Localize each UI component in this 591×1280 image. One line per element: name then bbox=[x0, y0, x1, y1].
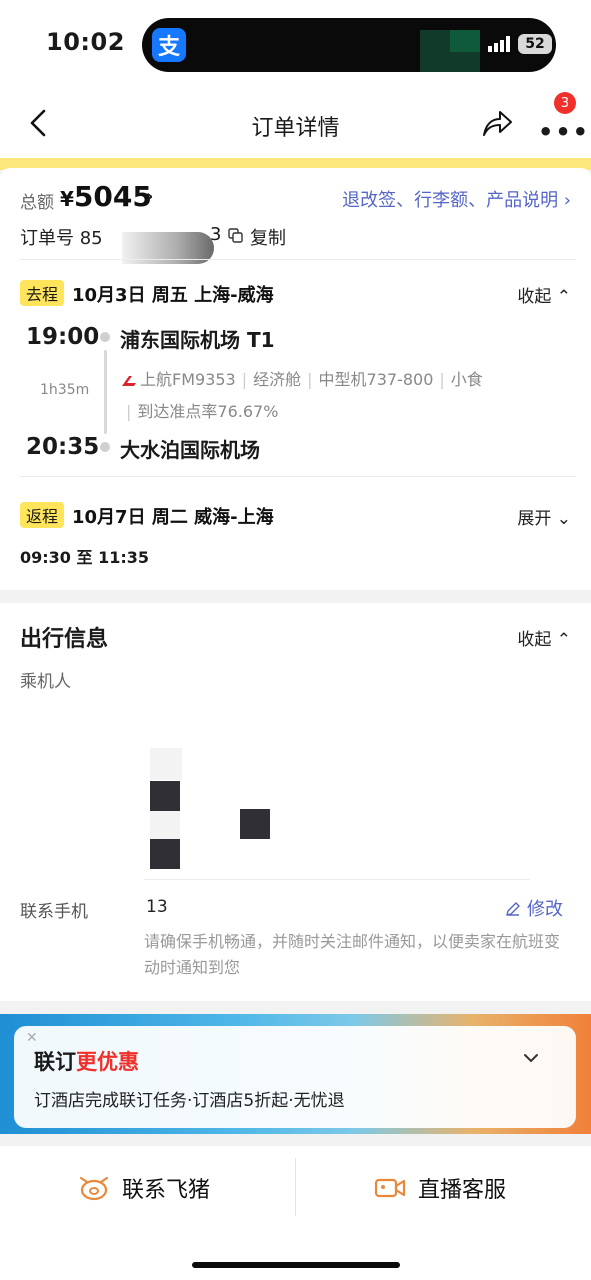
arrival-time: 20:35 bbox=[26, 434, 100, 460]
promo-title-highlight: 更优惠 bbox=[76, 1050, 139, 1074]
live-service-button[interactable]: 直播客服 bbox=[374, 1172, 506, 1204]
chevron-right-icon[interactable]: › bbox=[146, 186, 153, 207]
chevron-down-icon[interactable] bbox=[522, 1052, 540, 1064]
outbound-tag: 去程 bbox=[20, 280, 65, 306]
departure-time: 19:00 bbox=[26, 324, 100, 350]
edit-label: 修改 bbox=[527, 899, 563, 920]
video-camera-icon bbox=[374, 1178, 406, 1198]
travel-info-card: 出行信息 收起 ⌃ 乘机人 联系手机 13 修改 请确保手机畅通，并随时关注邮件… bbox=[0, 603, 591, 1001]
return-times: 09:30 至 11:35 bbox=[20, 548, 150, 567]
return-expand-toggle[interactable]: 展开 ⌄ bbox=[517, 504, 571, 529]
total-amount[interactable]: ¥5045 bbox=[60, 180, 152, 213]
return-toggle-label: 展开 bbox=[517, 509, 552, 529]
ontime-rate-row: | 到达准点率76.67% bbox=[126, 398, 278, 422]
ontime-rate: 到达准点率76.67% bbox=[137, 402, 279, 421]
arrival-airport: 大水泊国际机场 bbox=[120, 438, 260, 462]
share-icon[interactable] bbox=[480, 108, 514, 138]
contact-fliggy-label: 联系飞猪 bbox=[122, 1178, 211, 1203]
separator: | bbox=[241, 370, 248, 389]
chevron-up-icon: ⌃ bbox=[556, 287, 571, 307]
bottom-action-bar: 联系飞猪 直播客服 bbox=[0, 1146, 591, 1280]
home-indicator bbox=[192, 1262, 400, 1268]
order-number-prefix: 85 bbox=[79, 228, 103, 249]
outbound-toggle-label: 收起 bbox=[517, 287, 552, 307]
chevron-up-icon: ⌃ bbox=[556, 630, 571, 650]
promo-title-prefix: 联订 bbox=[34, 1050, 76, 1074]
timeline-line bbox=[104, 350, 107, 434]
divider bbox=[20, 476, 576, 477]
order-number-label: 订单号 bbox=[20, 228, 74, 249]
order-card: 总额 ¥5045 › 退改签、行李额、产品说明 › 订单号 85 3 复制 去程… bbox=[0, 168, 591, 590]
copy-button[interactable]: 复制 bbox=[250, 224, 286, 250]
return-tag: 返程 bbox=[20, 502, 65, 528]
divider bbox=[144, 879, 530, 880]
close-icon[interactable]: ✕ bbox=[26, 1030, 38, 1046]
promo-card[interactable] bbox=[14, 1026, 576, 1128]
signal-icon bbox=[488, 36, 510, 52]
divider bbox=[295, 1158, 296, 1216]
travel-info-collapse-toggle[interactable]: 收起 ⌃ bbox=[517, 625, 571, 650]
promo-subtitle: 订酒店完成联订任务·订酒店5折起·无忧退 bbox=[34, 1091, 345, 1111]
airline-logo-icon bbox=[122, 375, 136, 386]
alipay-icon: 支 bbox=[152, 28, 186, 62]
promo-title: 联订更优惠 bbox=[34, 1046, 139, 1076]
fliggy-pig-icon bbox=[79, 1176, 109, 1201]
cabin-class: 经济舱 bbox=[253, 370, 302, 389]
currency-symbol: ¥ bbox=[60, 187, 74, 211]
battery-indicator: 52 bbox=[518, 34, 552, 54]
return-date-route: 10月7日 周二 威海-上海 bbox=[72, 507, 274, 528]
aircraft-type: 中型机737-800 bbox=[318, 370, 434, 389]
passenger-label: 乘机人 bbox=[20, 672, 71, 692]
policy-links[interactable]: 退改签、行李额、产品说明 › bbox=[342, 186, 571, 212]
notification-badge: 3 bbox=[554, 92, 576, 114]
copy-icon[interactable] bbox=[228, 228, 244, 244]
contact-fliggy-button[interactable]: 联系飞猪 bbox=[78, 1172, 210, 1204]
travel-info-toggle-label: 收起 bbox=[517, 630, 552, 650]
separator: | bbox=[126, 402, 132, 421]
total-amount-value: 5045 bbox=[73, 180, 152, 213]
order-number: 订单号 85 bbox=[20, 224, 103, 250]
total-label: 总额 bbox=[20, 193, 54, 213]
status-time: 10:02 bbox=[46, 28, 125, 56]
live-service-label: 直播客服 bbox=[418, 1178, 507, 1203]
departure-dot bbox=[100, 332, 110, 342]
divider bbox=[20, 259, 576, 260]
departure-airport: 浦东国际机场 T1 bbox=[120, 328, 275, 352]
redacted-area-2 bbox=[450, 30, 480, 52]
flight-details: 上航FM9353 | 经济舱 | 中型机737-800 | 小食 bbox=[120, 366, 483, 390]
contact-phone-value: 13 bbox=[146, 897, 168, 917]
chevron-down-icon: ⌄ bbox=[556, 509, 571, 529]
nav-bar: 订单详情 ••• 3 bbox=[0, 88, 591, 160]
status-bar: 10:02 支 52 bbox=[0, 0, 591, 88]
policy-links-text: 退改签、行李额、产品说明 bbox=[342, 190, 559, 211]
flight-duration: 1h35m bbox=[40, 382, 90, 398]
travel-info-title: 出行信息 bbox=[20, 627, 109, 652]
separator: | bbox=[307, 370, 313, 389]
arrival-dot bbox=[100, 442, 110, 452]
pencil-icon bbox=[506, 902, 520, 916]
airline-flight: 上航FM9353 bbox=[140, 370, 236, 389]
phone-notice: 请确保手机畅通，并随时关注邮件通知，以便卖家在航班变动时通知到您 bbox=[144, 932, 561, 977]
outbound-collapse-toggle[interactable]: 收起 ⌃ bbox=[517, 282, 571, 307]
contact-phone-label: 联系手机 bbox=[20, 902, 88, 922]
separator: | bbox=[439, 370, 445, 389]
order-number-suffix: 3 bbox=[210, 224, 222, 245]
edit-phone-button[interactable]: 修改 bbox=[505, 895, 563, 921]
meal-info: 小食 bbox=[450, 370, 483, 389]
more-icon[interactable]: ••• bbox=[538, 118, 590, 146]
outbound-date-route: 10月3日 周五 上海-威海 bbox=[72, 285, 274, 306]
